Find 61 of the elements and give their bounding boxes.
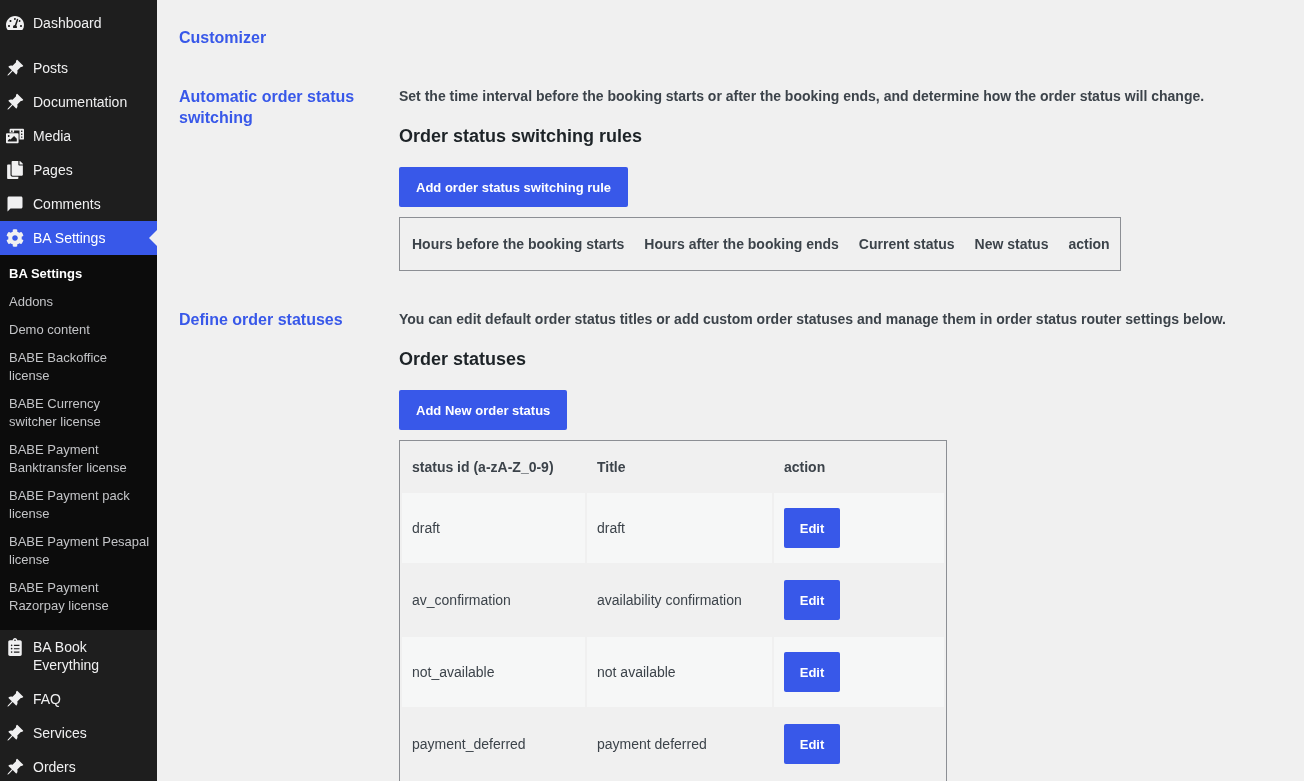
column-header: Title: [596, 458, 627, 477]
documents-icon: [6, 161, 24, 179]
submenu-item[interactable]: BABE Payment Banktransfer license: [0, 436, 157, 482]
section-title: Automatic order status switching: [179, 87, 356, 128]
section-description: Set the time interval before the booking starts or after the booking ends, and determine how the order status will change.: [399, 87, 1205, 106]
menu-item[interactable]: FAQ: [0, 682, 157, 716]
triangle-icon: [149, 230, 157, 246]
submenu-item[interactable]: BABE Payment Pesapal license: [0, 528, 157, 574]
menu-item[interactable]: Posts: [0, 51, 157, 85]
pin-icon: [6, 93, 24, 111]
pin-icon: [6, 59, 24, 77]
column-header: action: [1067, 235, 1111, 254]
submenu-item[interactable]: Addons: [0, 288, 157, 316]
pin-icon: [6, 724, 24, 742]
subsection-heading: Order statuses: [399, 348, 527, 371]
table-cell-text: payment deferred: [596, 735, 708, 754]
menu-item[interactable]: Orders: [0, 750, 157, 781]
table-cell: not_available: [402, 637, 585, 707]
gauge-icon: [6, 14, 24, 32]
clipboard-icon: [6, 638, 24, 656]
photo-video-icon: [6, 127, 24, 145]
subsection-heading: Order status switching rules: [399, 125, 643, 148]
table-cell-text: payment_deferred: [411, 735, 527, 754]
submenu-item[interactable]: BABE Payment pack license: [0, 482, 157, 528]
menu-item[interactable]: BA Settings: [0, 221, 157, 255]
add-button[interactable]: Add order status switching rule: [399, 167, 629, 207]
table-cell: draft: [587, 493, 772, 563]
submenu-item[interactable]: BABE Payment Razorpay license: [0, 574, 157, 620]
submenu-item[interactable]: BABE Backoffice license: [0, 344, 157, 390]
section-title: Define order statuses: [179, 310, 344, 330]
settings-icon: [6, 229, 24, 247]
add-button[interactable]: Add New order status: [399, 390, 568, 430]
edit-button[interactable]: Edit: [784, 652, 840, 692]
section-title: Customizer: [179, 28, 268, 48]
edit-button[interactable]: Edit: [784, 580, 840, 620]
submenu-item[interactable]: BABE Currency switcher license: [0, 390, 157, 436]
table-cell: draft: [402, 493, 585, 563]
table-cell-text: availability confirmation: [596, 591, 743, 610]
menu-item[interactable]: Comments: [0, 187, 157, 221]
column-header: Hours before the booking starts: [411, 235, 626, 254]
edit-button[interactable]: Edit: [784, 508, 840, 548]
menu-item[interactable]: Services: [0, 716, 157, 750]
submenu-item[interactable]: BA Settings: [0, 260, 157, 288]
menu-item[interactable]: Documentation: [0, 85, 157, 119]
section-description: You can edit default order status titles or add custom order statuses and manage them in order status router settings below.: [399, 310, 1226, 329]
menu-item[interactable]: Pages: [0, 153, 157, 187]
submenu-item[interactable]: Demo content: [0, 316, 157, 344]
edit-button[interactable]: Edit: [784, 724, 840, 764]
speech-bubble-icon: [6, 195, 24, 213]
column-header: Hours after the booking ends: [643, 235, 840, 254]
column-header: action: [783, 458, 827, 477]
column-header: status id (a-zA-Z_0-9): [411, 458, 555, 477]
table-cell-text: av_confirmation: [411, 591, 512, 610]
menu-item[interactable]: BA Book Everything: [0, 630, 157, 682]
pin-icon: [6, 758, 24, 776]
pin-icon: [6, 690, 24, 708]
menu-item[interactable]: Media: [0, 119, 157, 153]
menu-item[interactable]: Dashboard: [0, 6, 157, 40]
table-cell: not available: [587, 637, 772, 707]
column-header: Current status: [857, 235, 956, 254]
column-header: New status: [973, 235, 1050, 254]
